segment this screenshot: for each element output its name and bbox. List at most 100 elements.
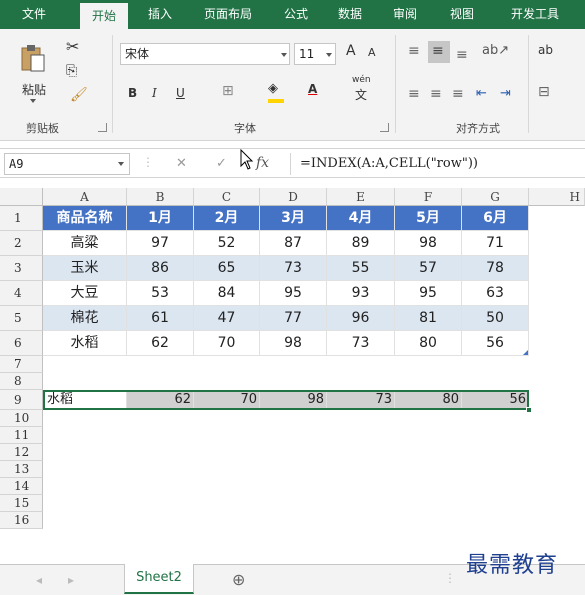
table-cell[interactable]: 89 xyxy=(327,231,395,256)
table-cell[interactable]: 50 xyxy=(462,306,529,331)
table-cell[interactable]: 55 xyxy=(327,256,395,281)
row9-cell[interactable]: 73 xyxy=(327,390,395,410)
shrink-font-button[interactable]: A xyxy=(368,46,376,59)
paste-dropdown-icon[interactable] xyxy=(30,99,36,103)
table-cell[interactable]: 97 xyxy=(127,231,194,256)
cancel-icon[interactable]: ✕ xyxy=(176,156,187,171)
table-cell[interactable]: 77 xyxy=(260,306,327,331)
decrease-indent-icon[interactable]: ⇤ xyxy=(476,86,487,101)
tab-review[interactable]: 审阅 xyxy=(385,0,425,29)
increase-indent-icon[interactable]: ⇥ xyxy=(500,86,511,101)
tab-formulas[interactable]: 公式 xyxy=(276,0,316,29)
font-size-dropdown-icon[interactable] xyxy=(326,53,332,57)
font-color-button[interactable]: A xyxy=(308,82,317,96)
name-box[interactable]: A9 xyxy=(4,153,130,175)
table-cell[interactable]: 73 xyxy=(260,256,327,281)
table-cell[interactable]: 80 xyxy=(395,331,462,356)
format-painter-icon[interactable]: 🖌 xyxy=(70,87,88,103)
table-cell[interactable]: 53 xyxy=(127,281,194,306)
insert-function-icon[interactable]: fx xyxy=(256,155,269,171)
row9-cell[interactable]: 62 xyxy=(127,390,194,410)
row9-cell[interactable]: 70 xyxy=(194,390,260,410)
table-header-cell[interactable]: 商品名称 xyxy=(43,206,127,231)
font-launcher-icon[interactable] xyxy=(380,123,389,132)
paste-label[interactable]: 粘贴 xyxy=(22,81,46,98)
row9-cell[interactable]: 56 xyxy=(462,390,529,410)
select-all-corner[interactable] xyxy=(0,188,43,206)
row-header[interactable]: 14 xyxy=(0,478,43,495)
tab-scroll-handle-icon[interactable]: ⋮ xyxy=(444,571,456,585)
column-header-c[interactable]: C xyxy=(194,188,260,206)
copy-icon[interactable]: ⎘ xyxy=(66,63,77,79)
table-header-cell[interactable]: 1月 xyxy=(127,206,194,231)
italic-button[interactable]: I xyxy=(152,86,157,100)
table-cell[interactable]: 47 xyxy=(194,306,260,331)
table-header-cell[interactable]: 3月 xyxy=(260,206,327,231)
row-header[interactable]: 16 xyxy=(0,512,43,529)
table-cell[interactable]: 63 xyxy=(462,281,529,306)
tab-data[interactable]: 数据 xyxy=(330,0,370,29)
align-center-icon[interactable]: ≡ xyxy=(430,86,442,102)
fill-handle[interactable] xyxy=(526,407,532,413)
paste-icon[interactable] xyxy=(20,43,46,73)
row-header[interactable]: 1 xyxy=(0,206,43,231)
align-middle-icon[interactable]: ≡ xyxy=(432,43,444,59)
prev-sheet-icon[interactable]: ◂ xyxy=(36,573,42,587)
table-cell[interactable]: 62 xyxy=(127,331,194,356)
tab-developer[interactable]: 开发工具 xyxy=(502,0,568,29)
column-header-a[interactable]: A xyxy=(43,188,127,206)
row-header[interactable]: 4 xyxy=(0,281,43,306)
row-header[interactable]: 13 xyxy=(0,461,43,478)
column-header-b[interactable]: B xyxy=(127,188,194,206)
table-cell[interactable]: 95 xyxy=(395,281,462,306)
table-cell[interactable]: 73 xyxy=(327,331,395,356)
table-cell[interactable]: 96 xyxy=(327,306,395,331)
clipboard-launcher-icon[interactable] xyxy=(98,123,107,132)
cell-a9[interactable]: 水稻 xyxy=(43,390,127,410)
column-header-d[interactable]: D xyxy=(260,188,327,206)
table-cell[interactable]: 78 xyxy=(462,256,529,281)
align-right-icon[interactable]: ≡ xyxy=(452,86,464,102)
tab-page-layout[interactable]: 页面布局 xyxy=(196,0,260,29)
column-header-h[interactable]: H xyxy=(529,188,585,206)
row-header[interactable]: 5 xyxy=(0,306,43,331)
next-sheet-icon[interactable]: ▸ xyxy=(68,573,74,587)
table-header-cell[interactable]: 4月 xyxy=(327,206,395,231)
table-resize-handle[interactable] xyxy=(523,350,528,355)
table-cell[interactable]: 81 xyxy=(395,306,462,331)
tab-insert[interactable]: 插入 xyxy=(140,0,180,29)
row9-cell[interactable]: 98 xyxy=(260,390,327,410)
table-cell[interactable]: 98 xyxy=(260,331,327,356)
table-header-cell[interactable]: 6月 xyxy=(462,206,529,231)
table-cell[interactable]: 71 xyxy=(462,231,529,256)
row-header[interactable]: 10 xyxy=(0,410,43,427)
tab-file[interactable]: 文件 xyxy=(14,0,54,29)
table-cell[interactable]: 52 xyxy=(194,231,260,256)
row-header[interactable]: 11 xyxy=(0,427,43,444)
row-header[interactable]: 7 xyxy=(0,356,43,373)
table-cell[interactable]: 大豆 xyxy=(43,281,127,306)
row-header[interactable]: 6 xyxy=(0,331,43,356)
worksheet-grid[interactable]: A B C D E F G H 1 2 3 4 5 6 7 8 9 10 11 12 13 14 15 16 商… xyxy=(0,188,585,564)
tab-home[interactable]: 开始 xyxy=(80,3,128,29)
row-header[interactable]: 9 xyxy=(0,390,43,410)
table-cell[interactable]: 84 xyxy=(194,281,260,306)
fill-color-icon[interactable]: ◈ xyxy=(268,81,278,96)
row-header[interactable]: 15 xyxy=(0,495,43,512)
table-cell[interactable]: 57 xyxy=(395,256,462,281)
align-left-icon[interactable]: ≡ xyxy=(408,86,420,102)
tab-view[interactable]: 视图 xyxy=(442,0,482,29)
grow-font-button[interactable]: A xyxy=(346,43,356,59)
row-header[interactable]: 12 xyxy=(0,444,43,461)
merge-center-icon[interactable]: ⊟ xyxy=(538,84,550,100)
table-cell[interactable]: 95 xyxy=(260,281,327,306)
align-bottom-icon[interactable]: ≡ xyxy=(456,47,468,63)
align-top-icon[interactable]: ≡ xyxy=(408,43,420,59)
table-cell[interactable]: 70 xyxy=(194,331,260,356)
column-header-e[interactable]: E xyxy=(327,188,395,206)
wrap-text-icon[interactable]: ab xyxy=(538,43,553,57)
table-cell[interactable]: 65 xyxy=(194,256,260,281)
row-header[interactable]: 2 xyxy=(0,231,43,256)
table-cell[interactable]: 93 xyxy=(327,281,395,306)
font-name-select[interactable]: 宋体 xyxy=(120,43,290,65)
